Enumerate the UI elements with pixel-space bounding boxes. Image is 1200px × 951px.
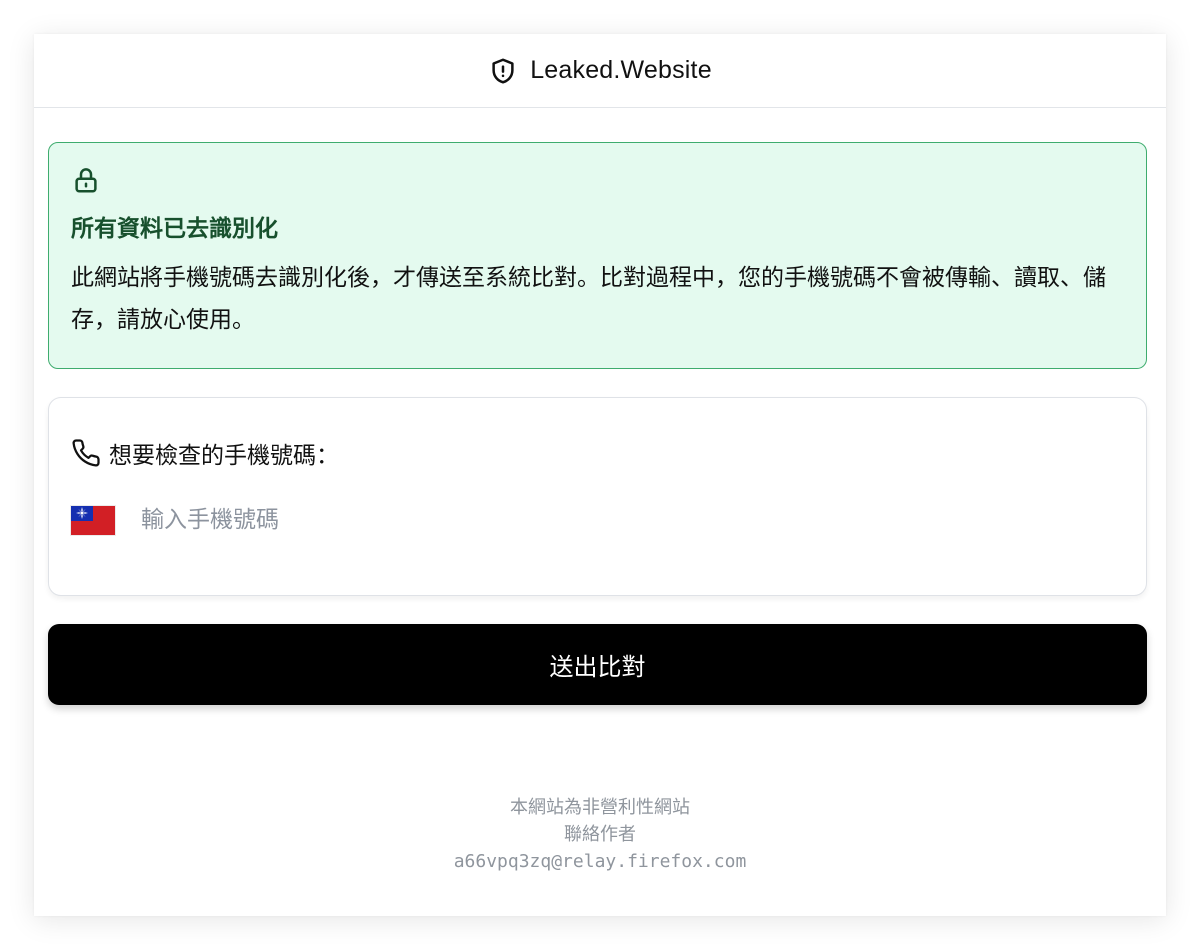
phone-field-label: 想要檢查的手機號碼： (109, 443, 339, 469)
submit-button[interactable]: 送出比對 (48, 624, 1147, 705)
site-footer: 本網站為非營利性網站 聯絡作者 a66vpq3zq@relay.firefox.… (34, 794, 1166, 875)
notice-title: 所有資料已去識別化 (71, 216, 278, 242)
taiwan-flag-icon[interactable] (71, 505, 115, 535)
site-title[interactable]: Leaked.Website (530, 56, 712, 85)
page-container: Leaked.Website 所有資料已去識別化 此網站將手機號碼去識別化後，才… (34, 34, 1166, 916)
lock-icon (71, 165, 101, 195)
footer-nonprofit-text: 本網站為非營利性網站 (510, 797, 690, 818)
shield-alert-icon (488, 56, 518, 86)
phone-input[interactable] (141, 502, 1041, 538)
privacy-notice: 所有資料已去識別化 此網站將手機號碼去識別化後，才傳送至系統比對。比對過程中，您… (48, 142, 1147, 369)
site-header: Leaked.Website (34, 34, 1166, 108)
footer-contact-email[interactable]: a66vpq3zq@relay.firefox.com (34, 848, 1166, 875)
footer-contact-label: 聯絡作者 (564, 824, 636, 845)
phone-form-card: 想要檢查的手機號碼： (48, 397, 1147, 596)
field-label-row: 想要檢查的手機號碼： (71, 436, 1122, 470)
phone-input-row (71, 502, 1122, 538)
phone-icon (71, 438, 101, 468)
notice-body: 此網站將手機號碼去識別化後，才傳送至系統比對。比對過程中，您的手機號碼不會被傳輸… (71, 265, 1106, 333)
